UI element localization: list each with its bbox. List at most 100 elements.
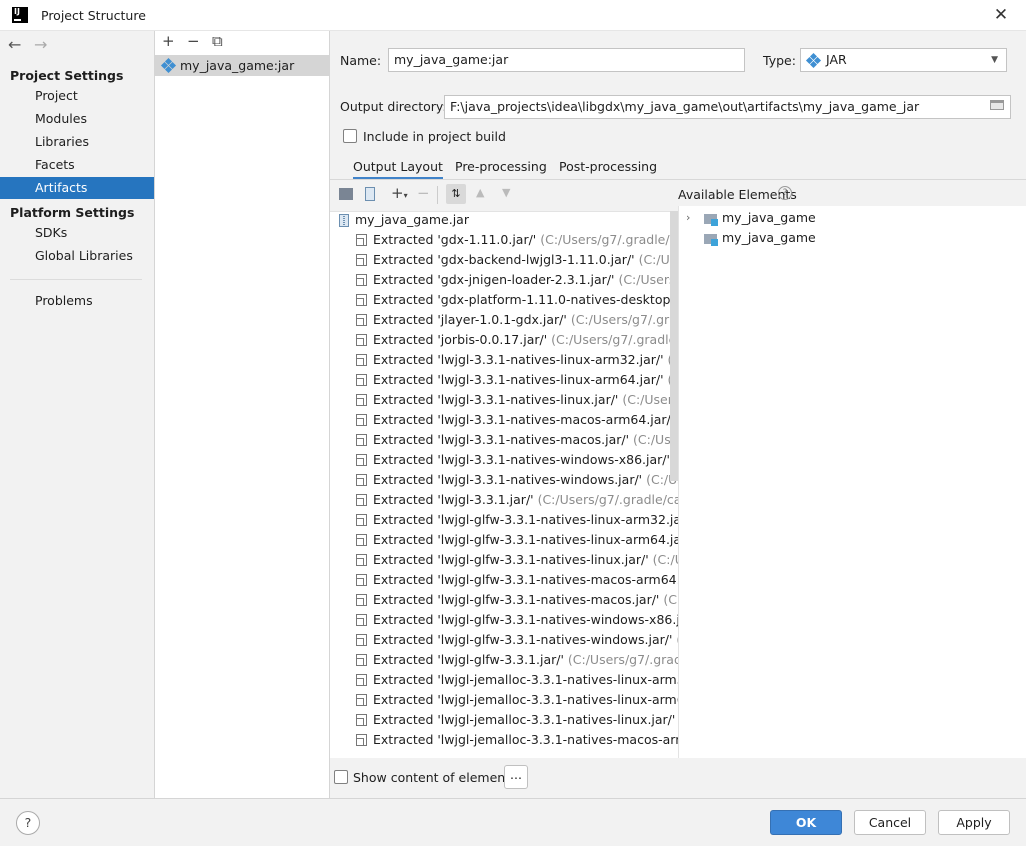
- more-options-button[interactable]: ...: [504, 765, 528, 789]
- tree-row[interactable]: Extracted 'lwjgl-glfw-3.3.1-natives-maco…: [330, 570, 678, 590]
- cancel-button[interactable]: Cancel: [854, 810, 926, 835]
- add-icon[interactable]: +: [162, 32, 175, 50]
- extracted-archive-icon: [356, 654, 367, 666]
- back-arrow-icon[interactable]: ←: [8, 35, 21, 54]
- nav-item-libraries[interactable]: Libraries: [0, 131, 154, 153]
- available-item-label: my_java_game: [722, 230, 816, 245]
- tree-row[interactable]: Extracted 'lwjgl-3.3.1-natives-linux-arm…: [330, 350, 678, 370]
- output-directory-label: Output directory:: [340, 99, 447, 114]
- folder-browse-icon[interactable]: [990, 100, 1004, 110]
- tree-row[interactable]: Extracted 'lwjgl-glfw-3.3.1-natives-wind…: [330, 630, 678, 650]
- chevron-right-icon[interactable]: ›: [686, 208, 690, 228]
- include-in-build-checkbox[interactable]: [343, 129, 357, 143]
- extracted-archive-icon: [356, 594, 367, 606]
- tree-row[interactable]: Extracted 'lwjgl-jemalloc-3.3.1-natives-…: [330, 670, 678, 690]
- tab-pre-processing[interactable]: Pre-processing: [455, 159, 547, 175]
- tabs-divider: [330, 179, 1026, 180]
- tree-root[interactable]: my_java_game.jar: [330, 212, 469, 230]
- tree-row[interactable]: Extracted 'lwjgl-3.3.1-natives-linux.jar…: [330, 390, 678, 410]
- tree-row-label: Extracted 'jlayer-1.0.1-gdx.jar/': [373, 312, 567, 327]
- available-elements-tree[interactable]: › my_java_game my_java_game: [678, 206, 1026, 758]
- help-icon[interactable]: ?: [778, 186, 792, 200]
- artifact-details: Name: my_java_game:jar Type: JAR ▼ Outpu…: [330, 31, 1026, 798]
- tree-row[interactable]: Extracted 'lwjgl-glfw-3.3.1-natives-linu…: [330, 550, 678, 570]
- tree-row[interactable]: Extracted 'gdx-platform-1.11.0-natives-d…: [330, 290, 678, 310]
- window-title: Project Structure: [41, 8, 146, 23]
- tree-row-label: Extracted 'lwjgl-3.3.1.jar/': [373, 492, 534, 507]
- nav-item-problems[interactable]: Problems: [0, 290, 154, 312]
- tree-row[interactable]: Extracted 'jlayer-1.0.1-gdx.jar/' (C:/Us…: [330, 310, 678, 330]
- tree-row[interactable]: Extracted 'gdx-1.11.0.jar/' (C:/Users/g7…: [330, 230, 678, 250]
- nav-item-modules[interactable]: Modules: [0, 108, 154, 130]
- tree-row[interactable]: Extracted 'lwjgl-3.3.1.jar/' (C:/Users/g…: [330, 490, 678, 510]
- nav-item-project[interactable]: Project: [0, 85, 154, 107]
- tree-row-label: Extracted 'gdx-1.11.0.jar/': [373, 232, 537, 247]
- tree-row[interactable]: Extracted 'gdx-backend-lwjgl3-1.11.0.jar…: [330, 250, 678, 270]
- tree-row[interactable]: Extracted 'lwjgl-jemalloc-3.3.1-natives-…: [330, 730, 678, 750]
- dropdown-arrow-icon: ▼: [991, 55, 998, 65]
- tree-row[interactable]: Extracted 'lwjgl-glfw-3.3.1-natives-linu…: [330, 510, 678, 530]
- extracted-archive-icon: [356, 614, 367, 626]
- tree-row[interactable]: Extracted 'lwjgl-3.3.1-natives-windows-x…: [330, 450, 678, 470]
- jar-type-icon: [805, 52, 822, 69]
- tree-row[interactable]: Extracted 'lwjgl-jemalloc-3.3.1-natives-…: [330, 690, 678, 710]
- tree-row-path: (C:/Users/g7/.gradle/caches/mo: [540, 232, 678, 247]
- extracted-archive-icon: [356, 334, 367, 346]
- tree-row-label: Extracted 'lwjgl-3.3.1-natives-linux-arm…: [373, 372, 664, 387]
- move-up-icon[interactable]: ▲: [476, 186, 484, 199]
- tree-row-label: Extracted 'lwjgl-3.3.1-natives-linux-arm…: [373, 352, 664, 367]
- nav-item-global-libraries[interactable]: Global Libraries: [0, 245, 154, 267]
- move-down-icon[interactable]: ▼: [502, 186, 510, 199]
- tree-row-label: Extracted 'gdx-jnigen-loader-2.3.1.jar/': [373, 272, 615, 287]
- show-content-checkbox[interactable]: [334, 770, 348, 784]
- tree-row[interactable]: Extracted 'lwjgl-glfw-3.3.1-natives-wind…: [330, 610, 678, 630]
- tree-row[interactable]: Extracted 'lwjgl-3.3.1-natives-linux-arm…: [330, 370, 678, 390]
- available-item[interactable]: › my_java_game: [679, 208, 816, 228]
- remove-element-icon[interactable]: −: [417, 184, 430, 202]
- tree-row[interactable]: Extracted 'jorbis-0.0.17.jar/' (C:/Users…: [330, 330, 678, 350]
- ok-button[interactable]: OK: [770, 810, 842, 835]
- type-select[interactable]: JAR ▼: [800, 48, 1007, 72]
- extracted-archive-icon: [356, 434, 367, 446]
- create-archive-icon[interactable]: [365, 187, 375, 201]
- sort-elements-icon[interactable]: ⇅: [446, 184, 466, 204]
- tree-row-label: Extracted 'lwjgl-jemalloc-3.3.1-natives-…: [373, 672, 678, 687]
- tree-row[interactable]: Extracted 'lwjgl-jemalloc-3.3.1-natives-…: [330, 710, 678, 730]
- extracted-archive-icon: [356, 674, 367, 686]
- project-settings-heading: Project Settings: [10, 68, 124, 83]
- artifact-list-item[interactable]: my_java_game:jar: [155, 55, 329, 76]
- name-field[interactable]: my_java_game:jar: [388, 48, 745, 72]
- tree-row[interactable]: Extracted 'lwjgl-glfw-3.3.1-natives-maco…: [330, 590, 678, 610]
- nav-item-facets[interactable]: Facets: [0, 154, 154, 176]
- tree-row-path: (C:/Users/g7/.gradle/caches/m: [551, 332, 678, 347]
- tree-root-label: my_java_game.jar: [355, 212, 469, 227]
- output-directory-field[interactable]: F:\java_projects\idea\libgdx\my_java_gam…: [444, 95, 1011, 119]
- type-label: Type:: [763, 53, 796, 68]
- tree-row[interactable]: Extracted 'lwjgl-glfw-3.3.1.jar/' (C:/Us…: [330, 650, 678, 670]
- copy-icon[interactable]: ⧉: [212, 32, 223, 50]
- nav-item-artifacts[interactable]: Artifacts: [0, 177, 154, 199]
- tree-scrollbar[interactable]: [670, 211, 678, 481]
- tree-row[interactable]: Extracted 'lwjgl-glfw-3.3.1-natives-linu…: [330, 530, 678, 550]
- tree-row-label: Extracted 'lwjgl-3.3.1-natives-macos.jar…: [373, 432, 630, 447]
- extracted-archive-icon: [356, 734, 367, 746]
- tree-row[interactable]: Extracted 'lwjgl-3.3.1-natives-macos.jar…: [330, 430, 678, 450]
- tab-post-processing[interactable]: Post-processing: [559, 159, 657, 175]
- tree-row[interactable]: Extracted 'lwjgl-3.3.1-natives-macos-arm…: [330, 410, 678, 430]
- close-icon[interactable]: ✕: [990, 5, 1012, 27]
- apply-button[interactable]: Apply: [938, 810, 1010, 835]
- tree-row[interactable]: Extracted 'lwjgl-3.3.1-natives-windows.j…: [330, 470, 678, 490]
- available-item[interactable]: my_java_game: [679, 228, 816, 248]
- remove-icon[interactable]: −: [187, 32, 200, 50]
- add-copy-icon[interactable]: +▾: [391, 184, 408, 202]
- tab-output-layout[interactable]: Output Layout: [353, 159, 443, 180]
- forward-arrow-icon[interactable]: →: [34, 35, 47, 54]
- help-button[interactable]: ?: [16, 811, 40, 835]
- create-directory-icon[interactable]: [339, 188, 353, 200]
- nav-item-sdks[interactable]: SDKs: [0, 222, 154, 244]
- platform-settings-heading: Platform Settings: [10, 205, 135, 220]
- tree-row[interactable]: Extracted 'gdx-jnigen-loader-2.3.1.jar/'…: [330, 270, 678, 290]
- tree-row-label: Extracted 'lwjgl-3.3.1-natives-windows-x…: [373, 452, 670, 467]
- nav-divider: [10, 279, 142, 280]
- output-layout-tree[interactable]: my_java_game.jar Extracted 'gdx-1.11.0.j…: [330, 211, 678, 758]
